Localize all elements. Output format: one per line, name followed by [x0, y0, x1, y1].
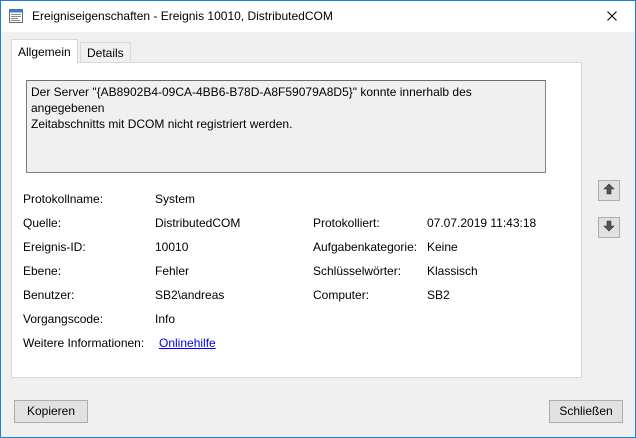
event-properties-window: Ereigniseigenschaften - Ereignis 10010, … [0, 0, 636, 438]
value-ereignis-id: 10010 [155, 240, 189, 254]
tab-details[interactable]: Details [80, 42, 131, 63]
label-protokolliert: Protokolliert: [313, 216, 380, 230]
label-quelle: Quelle: [23, 216, 62, 230]
next-event-button[interactable] [598, 217, 620, 238]
title-bar: Ereigniseigenschaften - Ereignis 10010, … [1, 1, 635, 32]
previous-event-button[interactable] [598, 180, 620, 201]
close-button[interactable] [589, 1, 635, 32]
copy-button[interactable]: Kopieren [14, 400, 88, 423]
value-vorgangscode: Info [155, 312, 176, 326]
event-description[interactable]: Der Server "{AB8902B4-09CA-4BB6-B78D-A8F… [26, 80, 546, 173]
label-schluesselwoerter: Schlüsselwörter: [313, 264, 402, 278]
onlinehilfe-link[interactable]: Onlinehilfe [159, 336, 216, 350]
label-protokollname: Protokollname: [23, 192, 104, 206]
value-ebene: Fehler [155, 264, 190, 278]
window-title: Ereigniseigenschaften - Ereignis 10010, … [32, 9, 333, 23]
value-computer: SB2 [427, 288, 450, 302]
value-protokollname: System [155, 192, 196, 206]
arrow-up-icon [603, 183, 615, 198]
value-aufgabenkategorie: Keine [427, 240, 458, 254]
arrow-down-icon [603, 220, 615, 235]
close-icon [607, 10, 617, 24]
value-protokolliert: 07.07.2019 11:43:18 [427, 216, 537, 230]
label-computer: Computer: [313, 288, 370, 302]
tab-allgemein[interactable]: Allgemein [11, 39, 78, 64]
label-aufgabenkategorie: Aufgabenkategorie: [313, 240, 418, 254]
event-viewer-icon [9, 9, 23, 23]
label-ebene: Ebene: [23, 264, 62, 278]
label-vorgangscode: Vorgangscode: [23, 312, 104, 326]
tab-panel-allgemein: Der Server "{AB8902B4-09CA-4BB6-B78D-A8F… [11, 62, 582, 378]
value-benutzer: SB2\andreas [155, 288, 225, 302]
value-quelle: DistributedCOM [155, 216, 241, 230]
close-dialog-button[interactable]: Schließen [549, 400, 623, 423]
label-weitere-informationen: Weitere Informationen: [23, 336, 145, 350]
label-benutzer: Benutzer: [23, 288, 75, 302]
value-schluesselwoerter: Klassisch [427, 264, 478, 278]
label-ereignis-id: Ereignis-ID: [23, 240, 86, 254]
